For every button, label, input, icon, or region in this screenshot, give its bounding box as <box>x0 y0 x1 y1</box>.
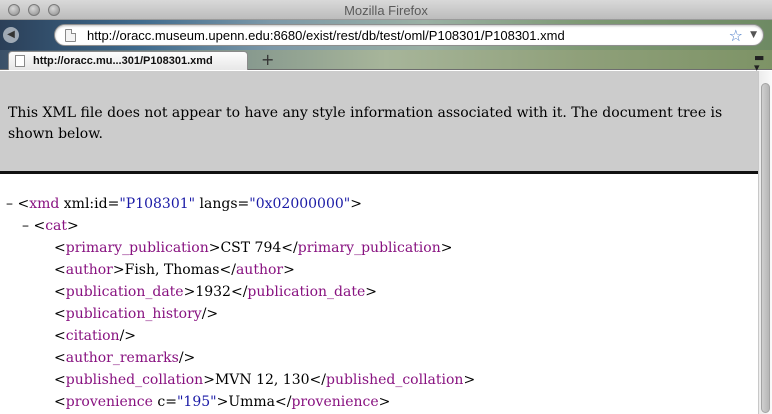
page-icon <box>65 29 76 42</box>
page-icon <box>15 55 25 67</box>
navigation-toolbar: ◀ http://oracc.museum.upenn.edu:8680/exi… <box>0 20 772 50</box>
window-title: Mozilla Firefox <box>344 3 428 18</box>
xml-element-line: <published_collation>MVN 12, 130</publis… <box>54 372 476 388</box>
attr-name: langs <box>199 196 238 212</box>
page-content: This XML file does not appear to have an… <box>0 71 772 414</box>
collapse-toggle[interactable]: – <box>6 196 13 212</box>
xml-notice-box: This XML file does not appear to have an… <box>0 71 758 174</box>
collapse-toggle[interactable]: – <box>22 218 29 234</box>
scrollbar-thumb[interactable] <box>761 83 770 413</box>
attr-value: "P108301" <box>119 196 196 212</box>
tag-name: xmd <box>29 196 60 212</box>
xml-root-line: – <xmd xml:id="P108301" langs="0x0200000… <box>6 196 362 212</box>
window-titlebar: Mozilla Firefox <box>0 0 772 20</box>
attr-value: "0x02000000" <box>249 196 351 212</box>
xml-element-line: <author_remarks/> <box>54 350 196 366</box>
dropdown-icon[interactable]: ▼ <box>750 30 757 40</box>
xml-element-line: <citation/> <box>54 328 137 344</box>
xml-cat-line: – <cat> <box>22 218 79 234</box>
xml-element-line: <publication_history/> <box>54 306 219 322</box>
tab-bar: http://oracc.mu...301/P108301.xmd + ▬ ▾ <box>0 50 772 73</box>
vertical-scrollbar[interactable] <box>758 71 772 414</box>
url-text[interactable]: http://oracc.museum.upenn.edu:8680/exist… <box>87 28 565 43</box>
xml-element-line: <author>Fish, Thomas</author> <box>54 262 295 278</box>
new-tab-icon[interactable]: + <box>261 50 274 69</box>
star-icon[interactable]: ☆ <box>729 26 743 45</box>
tab-active[interactable]: http://oracc.mu...301/P108301.xmd <box>8 51 248 70</box>
xml-element-line: <publication_date>1932</publication_date… <box>54 284 378 300</box>
url-bar[interactable]: http://oracc.museum.upenn.edu:8680/exist… <box>54 24 764 46</box>
tab-label[interactable]: http://oracc.mu...301/P108301.xmd <box>33 55 213 67</box>
tag-name: cat <box>45 218 68 234</box>
back-icon[interactable]: ◀ <box>3 27 19 43</box>
xml-notice-text: This XML file does not appear to have an… <box>8 105 723 142</box>
xml-element-line: <primary_publication>CST 794</primary_pu… <box>54 240 453 256</box>
tab-list-icon[interactable]: ▬ ▾ <box>754 52 768 73</box>
attr-name: xml:id <box>63 196 108 212</box>
xml-element-line: <provenience c="195">Umma</provenience> <box>54 394 391 410</box>
